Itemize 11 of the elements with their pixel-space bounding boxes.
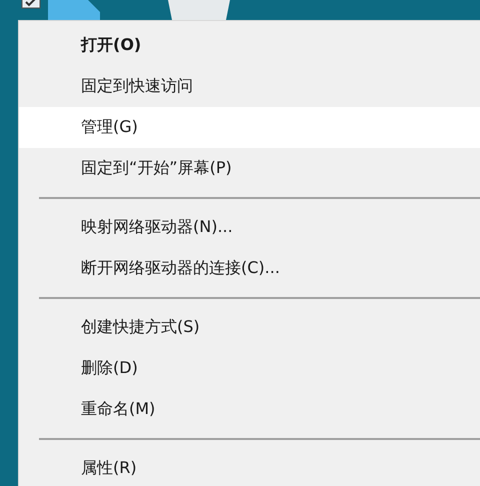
menu-item[interactable]: 固定到“开始”屏幕(P): [19, 148, 480, 189]
menu-item[interactable]: 打开(O): [19, 25, 480, 66]
menu-item[interactable]: 断开网络驱动器的连接(C)...: [19, 248, 480, 289]
menu-item[interactable]: 属性(R): [19, 448, 480, 486]
checkbox-icon[interactable]: [22, 0, 40, 8]
menu-item[interactable]: 固定到快速访问: [19, 66, 480, 107]
menu-item[interactable]: 重命名(M): [19, 389, 480, 430]
menu-item[interactable]: 创建快捷方式(S): [19, 307, 480, 348]
menu-item[interactable]: 映射网络驱动器(N)...: [19, 207, 480, 248]
menu-item[interactable]: 管理(G): [19, 107, 480, 148]
menu-item[interactable]: 删除(D): [19, 348, 480, 389]
